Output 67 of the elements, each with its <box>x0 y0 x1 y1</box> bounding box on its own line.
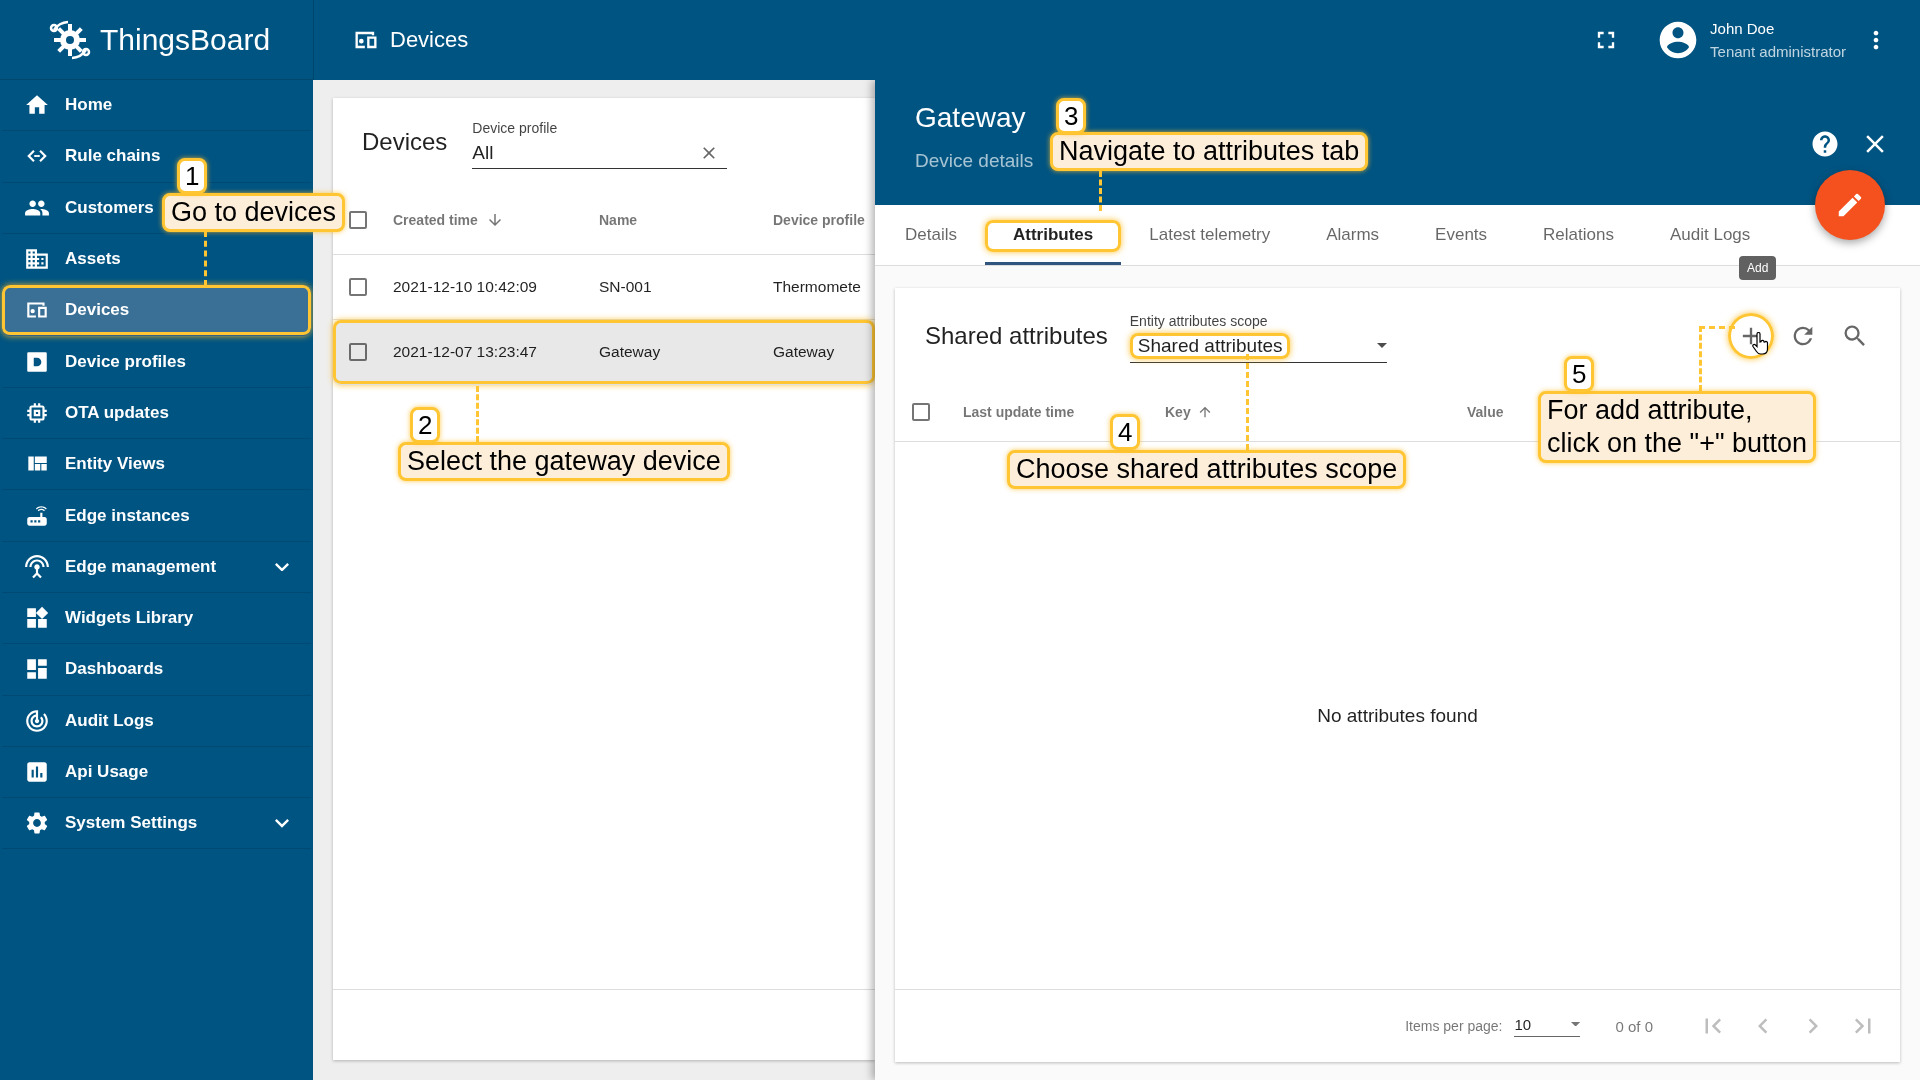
page-size-select[interactable]: 10 <box>1514 1015 1581 1037</box>
device-profile-field[interactable]: Device profile All <box>472 120 728 169</box>
nav-item[interactable]: Devices <box>2 285 311 337</box>
panel-title: Devices <box>362 127 448 156</box>
nav-item[interactable]: Widgets Library <box>2 592 311 645</box>
column-header[interactable]: Created time <box>393 210 504 229</box>
column-header[interactable]: Last update time <box>963 404 1075 420</box>
step-tooltip: Go to devices <box>162 193 346 232</box>
table-cell: SN-001 <box>599 278 652 296</box>
table-cell: 2021-12-07 13:23:47 <box>393 343 537 361</box>
nav-item[interactable]: Audit Logs <box>2 695 311 747</box>
table-cell: Gateway <box>773 343 835 361</box>
nav-item[interactable]: Device profiles <box>2 336 311 388</box>
add-button[interactable] <box>1728 312 1774 359</box>
step-tooltip: Choose shared attributes scope <box>1007 450 1407 489</box>
step-badge: 5 <box>1564 356 1595 392</box>
column-header[interactable]: Key <box>1165 404 1213 420</box>
user-role: Tenant administrator <box>1710 43 1846 60</box>
page-size-label: Items per page: <box>1405 1018 1503 1034</box>
nav-item[interactable]: Dashboards <box>2 644 311 696</box>
column-header[interactable]: Value <box>1467 404 1504 420</box>
step-badge: 3 <box>1056 98 1087 134</box>
antenna-icon <box>24 553 50 580</box>
app-name: ThingsBoard <box>100 22 271 57</box>
step-tooltip: Select the gateway device <box>398 442 730 481</box>
page-range: 0 of 0 <box>1615 1017 1653 1035</box>
column-header[interactable]: Name <box>599 211 638 228</box>
nav-item[interactable]: System Settings <box>2 798 311 850</box>
step-badge: 2 <box>410 407 441 443</box>
table-row[interactable]: 2021-12-07 13:23:47 Gateway Gateway <box>333 320 875 385</box>
nav-item[interactable]: Home <box>2 80 311 132</box>
tab[interactable]: Attributes <box>984 205 1122 265</box>
tab[interactable]: Latest telemetry <box>1121 205 1299 265</box>
nav-item[interactable]: Edge management <box>2 541 311 593</box>
bar-chart-icon <box>24 759 50 785</box>
page-title: Devices <box>390 27 469 53</box>
table-cell: Thermomete <box>773 278 861 296</box>
tab[interactable]: Details <box>877 205 985 265</box>
panel-title: Gateway <box>915 102 1026 134</box>
tab[interactable]: Events <box>1407 205 1516 265</box>
tooltip: Add <box>1739 256 1777 280</box>
checkbox[interactable] <box>349 278 367 296</box>
table-cell: Gateway <box>599 343 661 361</box>
target-icon <box>24 707 50 734</box>
step-tooltip: For add attribute, click on the "+" button <box>1538 391 1817 463</box>
dropdown-arrow-icon <box>1376 343 1387 348</box>
step-tooltip: Navigate to attributes tab <box>1050 132 1369 171</box>
table-cell: 2021-12-10 10:42:09 <box>393 278 537 296</box>
tab[interactable]: Relations <box>1515 205 1642 265</box>
panel-subtitle: Device details <box>915 150 1034 172</box>
column-header[interactable]: Device profile <box>773 211 865 228</box>
checkbox[interactable] <box>349 210 367 229</box>
scope-select[interactable]: Entity attributes scope Shared attributes <box>1129 312 1387 363</box>
help-icon[interactable] <box>1810 129 1840 159</box>
nav-item[interactable]: Entity Views <box>2 439 311 491</box>
user-name: John Doe <box>1710 20 1776 37</box>
dropdown-arrow-icon <box>1571 1021 1581 1027</box>
section-title: Shared attributes <box>925 321 1108 350</box>
nav-item[interactable]: OTA updates <box>2 387 311 440</box>
checkbox[interactable] <box>349 343 367 361</box>
nav-item[interactable]: Edge instances <box>2 490 311 542</box>
step-badge: 4 <box>1110 414 1141 450</box>
step-badge: 1 <box>177 158 208 194</box>
tab[interactable]: Alarms <box>1298 205 1408 265</box>
checkbox[interactable] <box>912 403 930 421</box>
nav-item[interactable]: Api Usage <box>2 746 311 799</box>
empty-message: No attributes found <box>1317 704 1478 727</box>
